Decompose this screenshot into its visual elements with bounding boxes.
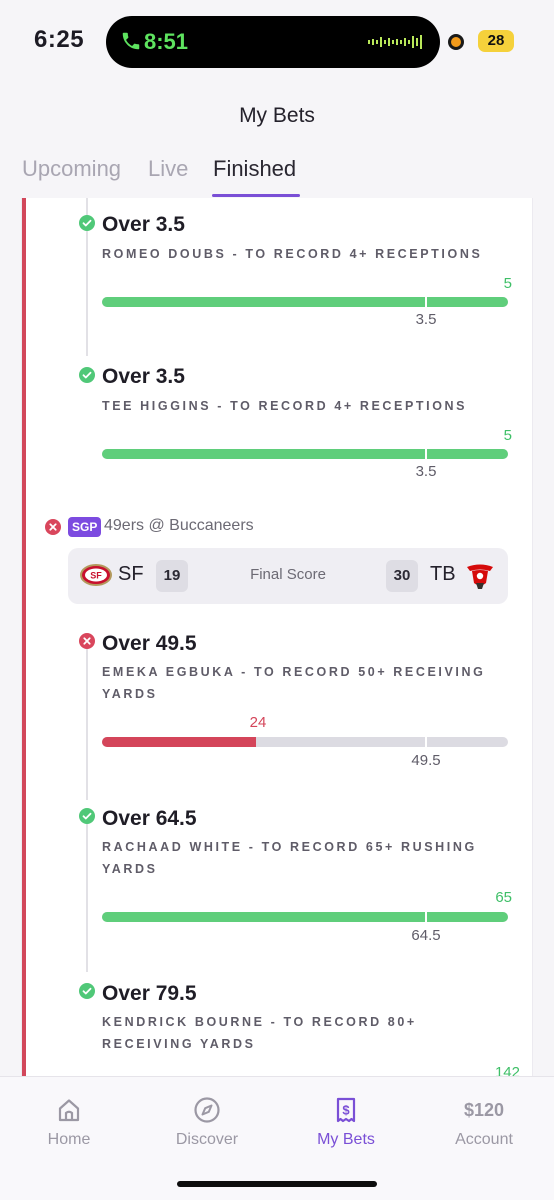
sgp-matchup: 49ers @ Buccaneers bbox=[104, 517, 254, 534]
page-title: My Bets bbox=[239, 104, 315, 127]
nav-my-bets[interactable]: $ My Bets bbox=[291, 1095, 401, 1149]
buccaneers-logo-icon bbox=[467, 564, 493, 589]
bet-status-tabs: Upcoming Live Finished bbox=[0, 150, 554, 198]
away-team-score: 19 bbox=[156, 560, 188, 592]
leg-line: Over 64.5 bbox=[102, 807, 197, 830]
leg-actual-value: 65 bbox=[495, 889, 512, 906]
status-time: 6:25 bbox=[34, 26, 85, 53]
threshold-marker bbox=[425, 449, 427, 459]
nav-account[interactable]: $120 Account bbox=[429, 1095, 539, 1149]
phone-icon bbox=[122, 32, 140, 50]
nav-home-label: Home bbox=[47, 1131, 91, 1148]
compass-icon bbox=[194, 1097, 220, 1123]
call-duration: 8:51 bbox=[144, 29, 189, 54]
leg-progress-fill bbox=[102, 737, 257, 747]
won-check-icon bbox=[79, 215, 95, 231]
leg-progress-fill bbox=[102, 297, 508, 307]
nav-my-bets-label: My Bets bbox=[317, 1131, 375, 1148]
leg-description: TEE HIGGINS - TO RECORD 4+ RECEPTIONS bbox=[102, 399, 468, 413]
sgp-badge: SGP bbox=[68, 517, 102, 537]
nav-home[interactable]: Home bbox=[14, 1095, 124, 1149]
leg-actual-value: 24 bbox=[249, 714, 267, 731]
leg-description: KENDRICK BOURNE - TO RECORD 80+ RECEIVIN… bbox=[102, 1015, 417, 1051]
leg-threshold: 49.5 bbox=[411, 752, 441, 769]
home-icon bbox=[58, 1099, 80, 1122]
svg-text:$: $ bbox=[342, 1103, 350, 1118]
leg-line: Over 3.5 bbox=[102, 365, 185, 388]
battery-indicator: 28 bbox=[478, 30, 514, 52]
svg-text:SF: SF bbox=[90, 571, 102, 581]
won-check-icon bbox=[79, 367, 95, 383]
leg-actual-value: 142 bbox=[494, 1064, 520, 1076]
49ers-logo-icon: SF bbox=[80, 564, 112, 586]
threshold-marker bbox=[425, 297, 427, 307]
final-scorebox: SF SF 19 Final Score 30 TB bbox=[68, 548, 508, 604]
bet-list[interactable]: Over 3.5 ROMEO DOUBS - TO RECORD 4+ RECE… bbox=[0, 198, 554, 1076]
leg-threshold: 3.5 bbox=[415, 311, 437, 328]
lost-x-icon bbox=[79, 633, 95, 649]
threshold-marker bbox=[425, 737, 427, 747]
nav-discover-label: Discover bbox=[175, 1131, 239, 1148]
tab-finished[interactable]: Finished bbox=[213, 156, 296, 182]
leg-actual-value: 5 bbox=[503, 427, 512, 444]
leg-threshold: 64.5 bbox=[411, 927, 441, 944]
bet-slip-icon: $ bbox=[336, 1097, 356, 1123]
won-check-icon bbox=[79, 808, 95, 824]
bet-card bbox=[22, 198, 532, 1076]
lost-x-icon bbox=[45, 519, 61, 535]
leg-connector bbox=[86, 646, 88, 800]
tab-upcoming[interactable]: Upcoming bbox=[22, 156, 121, 182]
account-balance: $120 bbox=[463, 1100, 505, 1120]
home-indicator[interactable] bbox=[177, 1181, 377, 1187]
dynamic-island[interactable]: 8:51 bbox=[106, 16, 440, 68]
home-team-abbr: TB bbox=[430, 563, 456, 585]
leg-progress-fill bbox=[102, 449, 508, 459]
leg-description: RACHAAD WHITE - TO RECORD 65+ RUSHING YA… bbox=[102, 840, 477, 876]
nav-account-label: Account bbox=[455, 1131, 513, 1148]
recording-indicator-icon bbox=[448, 34, 464, 50]
leg-description: ROMEO DOUBS - TO RECORD 4+ RECEPTIONS bbox=[102, 247, 483, 261]
leg-description: EMEKA EGBUKA - TO RECORD 50+ RECEIVING Y… bbox=[102, 665, 486, 701]
leg-connector bbox=[86, 822, 88, 972]
threshold-marker bbox=[425, 912, 427, 922]
leg-line: Over 49.5 bbox=[102, 632, 197, 655]
leg-progress-bar bbox=[102, 297, 508, 307]
leg-actual-value: 5 bbox=[503, 275, 512, 292]
nav-discover[interactable]: Discover bbox=[152, 1095, 262, 1149]
waveform-icon bbox=[368, 35, 422, 49]
won-check-icon bbox=[79, 983, 95, 999]
status-bar: 6:25 8:51 28 bbox=[0, 0, 554, 84]
final-score-label: Final Score bbox=[250, 566, 326, 583]
active-tab-indicator bbox=[212, 194, 300, 197]
lost-bet-stripe bbox=[22, 198, 26, 1076]
leg-line: Over 79.5 bbox=[102, 982, 197, 1005]
leg-progress-bar bbox=[102, 737, 508, 747]
away-team-abbr: SF bbox=[118, 563, 144, 585]
leg-progress-fill bbox=[102, 912, 508, 922]
home-team-score: 30 bbox=[386, 560, 418, 592]
leg-progress-bar bbox=[102, 449, 508, 459]
leg-threshold: 3.5 bbox=[415, 463, 437, 480]
leg-progress-bar bbox=[102, 912, 508, 922]
leg-line: Over 3.5 bbox=[102, 213, 185, 236]
tab-live[interactable]: Live bbox=[148, 156, 188, 182]
